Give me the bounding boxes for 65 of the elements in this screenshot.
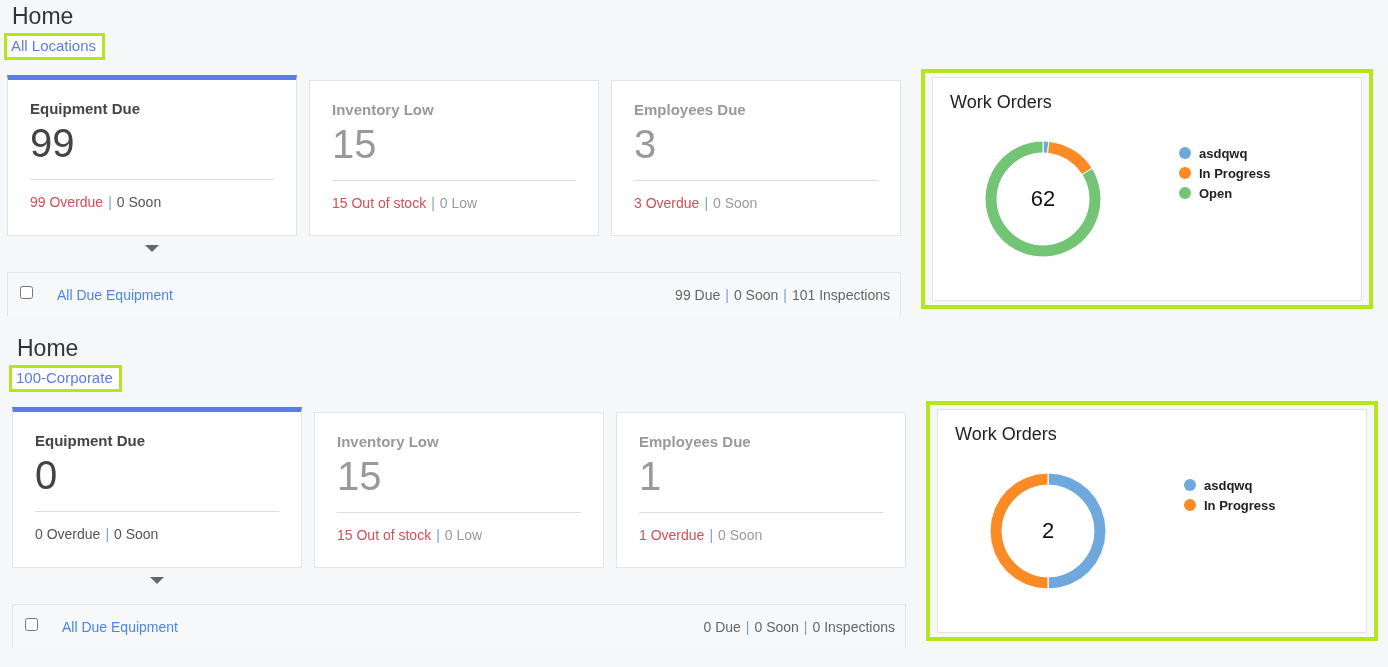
separator: | (108, 194, 112, 210)
card-value: 0 (35, 449, 279, 512)
card-value: 15 (337, 450, 581, 513)
card-stat: 15 Out of stock (337, 527, 432, 543)
checkbox[interactable] (20, 286, 33, 299)
stat-card[interactable]: Equipment Due 99 99 Overdue | 0 Soon (7, 75, 297, 236)
separator: | (803, 618, 808, 635)
stat-card[interactable]: Equipment Due 0 0 Overdue | 0 Soon (12, 407, 302, 568)
caret-icon (145, 245, 159, 253)
separator: | (709, 527, 713, 543)
legend-label: asdqwq (1204, 477, 1253, 493)
card-value: 1 (639, 450, 883, 513)
card-value: 3 (634, 118, 878, 181)
card-title: Inventory Low (337, 433, 440, 450)
card-stat: 0 Soon (114, 526, 159, 542)
row-stat: 0 Due (703, 618, 741, 635)
separator: | (431, 195, 435, 211)
stat-card[interactable]: Employees Due 3 3 Overdue | 0 Soon (611, 80, 901, 236)
card-stat: 0 Soon (116, 194, 162, 210)
stat-card[interactable]: Inventory Low 15 15 Out of stock | 0 Low (314, 412, 604, 568)
donut-total: 2 (1041, 518, 1055, 544)
card-title: Work Orders (955, 424, 1058, 445)
card-value: 15 (332, 118, 576, 181)
legend-label: asdqwq (1199, 145, 1248, 161)
page-title: Home (12, 2, 75, 30)
card-title: Inventory Low (332, 101, 435, 118)
row-stat: 99 Due (675, 286, 721, 303)
legend-label: Open (1199, 185, 1233, 201)
separator: | (725, 286, 729, 303)
stat-card[interactable]: Employees Due 1 1 Overdue | 0 Soon (616, 412, 906, 568)
card-stat: 0 Low (444, 527, 483, 543)
location-link[interactable]: 100-Corporate (16, 369, 113, 386)
page-title: Home (17, 334, 80, 362)
donut-total: 62 (1030, 186, 1056, 212)
card-stat: 0 Overdue (35, 526, 101, 542)
card-stat: 1 Overdue (639, 527, 705, 543)
row-stat: 0 Soon (754, 618, 799, 635)
location-link[interactable]: All Locations (11, 37, 97, 54)
row-stat: 0 Soon (733, 286, 779, 303)
card-stat: 0 Soon (718, 527, 763, 543)
card-title: Employees Due (639, 433, 752, 450)
card-stat: 15 Out of stock (332, 195, 427, 211)
legend-label: In Progress (1204, 497, 1276, 513)
card-title: Equipment Due (30, 100, 141, 117)
card-stat: 0 Low (439, 195, 478, 211)
row-stat: 101 Inspections (791, 286, 890, 303)
all-due-equipment-link[interactable]: All Due Equipment (62, 618, 178, 635)
card-title: Equipment Due (35, 432, 146, 449)
separator: | (436, 527, 440, 543)
separator: | (704, 195, 708, 211)
card-stat: 0 Soon (713, 195, 758, 211)
card-stat: 99 Overdue (30, 194, 104, 210)
legend-label: In Progress (1199, 165, 1271, 181)
card-title: Work Orders (950, 92, 1053, 113)
separator: | (745, 618, 750, 635)
card-title: Employees Due (634, 101, 747, 118)
row-stat: 0 Inspections (812, 618, 895, 635)
all-due-equipment-link[interactable]: All Due Equipment (57, 286, 173, 303)
checkbox[interactable] (25, 618, 38, 631)
separator: | (783, 286, 787, 303)
stat-card[interactable]: Inventory Low 15 15 Out of stock | 0 Low (309, 80, 599, 236)
card-stat: 3 Overdue (634, 195, 700, 211)
card-value: 99 (30, 117, 274, 180)
caret-icon (150, 577, 164, 585)
separator: | (105, 526, 109, 542)
